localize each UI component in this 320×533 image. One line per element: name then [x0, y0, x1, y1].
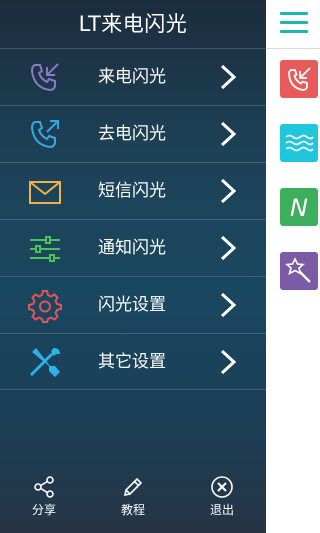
share-label: 分享	[31, 503, 56, 517]
incoming-call-icon	[30, 63, 59, 92]
letter-n-icon: N	[290, 194, 308, 222]
menu-item-label: 短信闪光	[98, 181, 166, 201]
tools-icon	[30, 348, 60, 377]
incoming-call-icon	[288, 67, 311, 91]
app-screen: LT来电闪光 来电闪光 去电闪光 短信闪光 通知闪光 闪光设置 其它设置 分享 …	[0, 0, 320, 533]
exit-button[interactable]: 退出	[192, 475, 252, 525]
share-button[interactable]: 分享	[14, 475, 74, 525]
hamburger-icon[interactable]	[280, 12, 308, 36]
drawer-bottom-bar: 分享 教程 退出	[0, 475, 266, 525]
tutorial-label: 教程	[120, 503, 145, 517]
menu-item-incoming-flash[interactable]: 来电闪光	[0, 48, 266, 105]
waves-icon	[285, 134, 314, 152]
menu-item-label: 其它设置	[98, 352, 166, 372]
gear-icon	[28, 290, 62, 323]
chevron-right-icon	[220, 121, 237, 147]
chevron-right-icon	[220, 349, 237, 375]
tile-n-text: N	[290, 194, 308, 222]
exit-label: 退出	[209, 503, 234, 517]
menu-item-label: 闪光设置	[98, 295, 166, 315]
menu-item-other-settings[interactable]: 其它设置	[0, 333, 266, 390]
tutorial-button[interactable]: 教程	[103, 475, 163, 525]
menu-item-label: 通知闪光	[98, 238, 166, 258]
divider	[266, 48, 320, 49]
waves-tile[interactable]	[280, 124, 318, 162]
menu-item-label: 来电闪光	[98, 67, 166, 87]
incoming-call-tile[interactable]	[280, 60, 318, 98]
menu-item-flash-settings[interactable]: 闪光设置	[0, 276, 266, 333]
share-icon	[34, 476, 54, 498]
menu-item-outgoing-flash[interactable]: 去电闪光	[0, 105, 266, 162]
menu-item-notification-flash[interactable]: 通知闪光	[0, 219, 266, 276]
menu-item-sms-flash[interactable]: 短信闪光	[0, 162, 266, 219]
close-circle-icon	[211, 476, 233, 498]
chevron-right-icon	[220, 178, 237, 204]
outgoing-call-icon	[30, 120, 59, 149]
chevron-right-icon	[220, 292, 237, 318]
chevron-right-icon	[220, 64, 237, 90]
drawer-menu: 来电闪光 去电闪光 短信闪光 通知闪光 闪光设置 其它设置	[0, 48, 266, 390]
menu-item-label: 去电闪光	[98, 124, 166, 144]
pencil-icon	[123, 477, 143, 497]
envelope-icon	[29, 181, 61, 204]
magic-tile[interactable]	[280, 252, 318, 290]
magic-wand-icon	[285, 257, 311, 283]
navigation-drawer: LT来电闪光 来电闪光 去电闪光 短信闪光 通知闪光 闪光设置 其它设置 分享 …	[0, 0, 266, 533]
drawer-title: LT来电闪光	[78, 12, 188, 36]
main-content-peek: N	[266, 0, 320, 533]
notification-tile[interactable]: N	[280, 188, 318, 226]
sliders-icon	[30, 236, 60, 262]
chevron-right-icon	[220, 235, 237, 261]
